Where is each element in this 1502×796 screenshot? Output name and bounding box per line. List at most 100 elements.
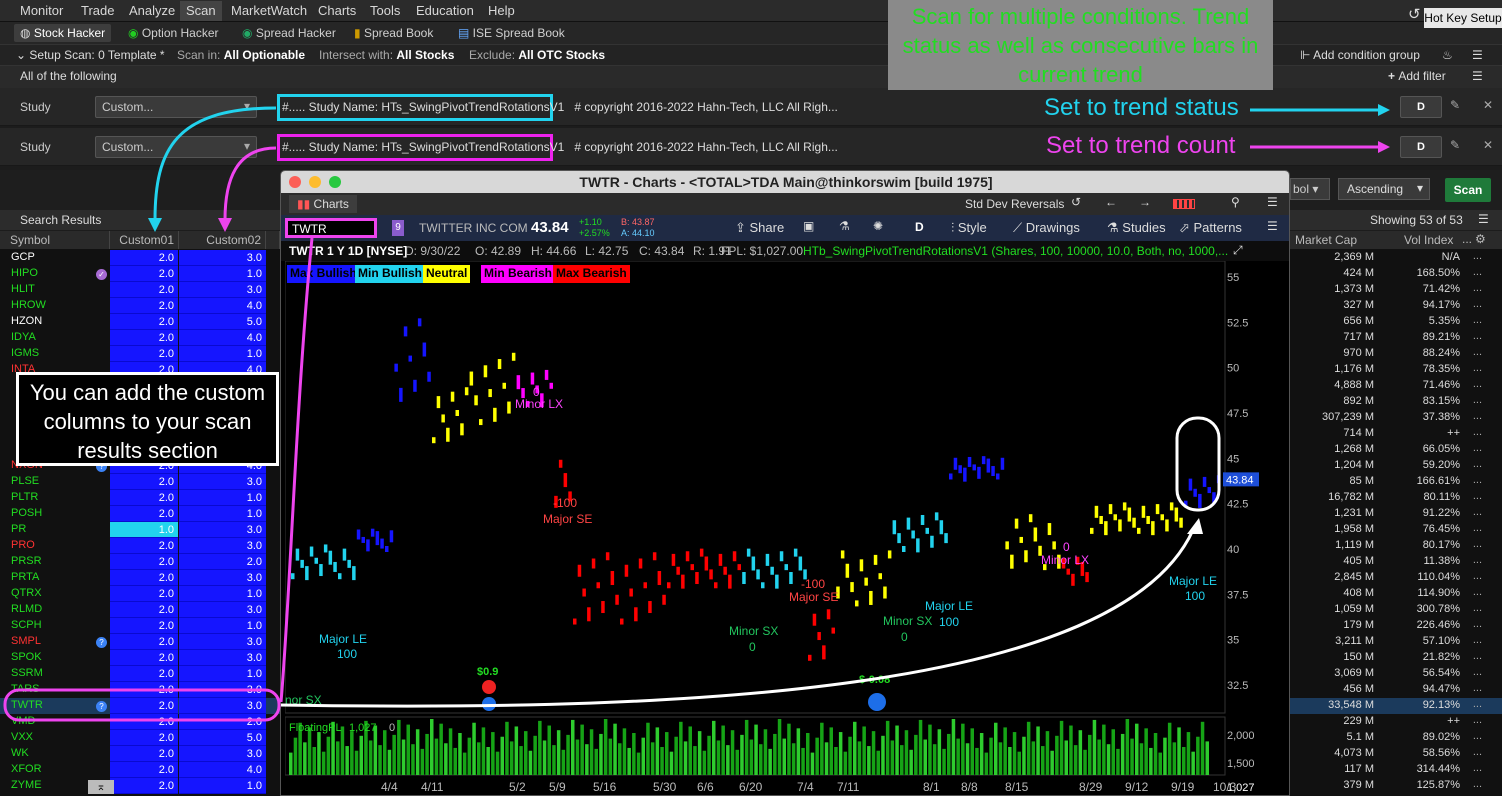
table-row[interactable]: 117 M 314.44%... bbox=[1290, 762, 1502, 778]
table-row[interactable]: GCP 2.0 3.0 bbox=[0, 250, 280, 266]
row-menu-icon[interactable]: ... bbox=[1473, 778, 1482, 790]
table-row[interactable]: 4,073 M 58.56%... bbox=[1290, 746, 1502, 762]
table-row[interactable]: PLSE 2.0 3.0 bbox=[0, 474, 280, 490]
row-menu-icon[interactable]: ... bbox=[1473, 298, 1482, 310]
menu-marketwatch[interactable]: MarketWatch bbox=[231, 3, 307, 18]
info-badge-icon[interactable]: ? bbox=[96, 701, 107, 712]
row-menu-icon[interactable]: ... bbox=[1473, 554, 1482, 566]
row-menu-icon[interactable]: ... bbox=[1473, 394, 1482, 406]
table-row[interactable]: 379 M 125.87%... bbox=[1290, 778, 1502, 794]
pin-icon[interactable]: ⚲ bbox=[1231, 195, 1240, 209]
table-row[interactable]: 3,069 M 56.54%... bbox=[1290, 666, 1502, 682]
table-row[interactable]: QTRX 2.0 1.0 bbox=[0, 586, 280, 602]
tab-option-hacker[interactable]: ◉ Option Hacker bbox=[122, 24, 225, 42]
aggregation-button[interactable]: D bbox=[1400, 96, 1442, 118]
scan-in-dropdown[interactable]: Scan in: All Optionable bbox=[177, 48, 305, 62]
col-symbol[interactable]: Symbol bbox=[0, 231, 110, 249]
col-custom02[interactable]: Custom02 bbox=[179, 231, 266, 249]
table-row[interactable]: PR 1.0 3.0 bbox=[0, 522, 280, 538]
table-row[interactable]: POSH 2.0 1.0 bbox=[0, 506, 280, 522]
undo-icon[interactable]: ↺ bbox=[1071, 195, 1081, 209]
table-row[interactable]: 5.1 M 89.02%... bbox=[1290, 730, 1502, 746]
table-row[interactable]: XFOR 2.0 4.0 bbox=[0, 762, 280, 778]
menu-charts[interactable]: Charts bbox=[318, 3, 356, 18]
menu-lines-icon[interactable]: ☰ bbox=[1472, 48, 1483, 62]
info-badge-icon[interactable]: ✓ bbox=[96, 269, 107, 280]
table-row[interactable]: 1,204 M 59.20%... bbox=[1290, 458, 1502, 474]
flame-icon[interactable]: ♨ bbox=[1442, 48, 1453, 62]
tab-stock-hacker[interactable]: ◍ Stock Hacker bbox=[14, 24, 112, 42]
tab-spread-hacker[interactable]: ◉ Spread Hacker bbox=[236, 24, 342, 42]
table-row[interactable]: HLIT 2.0 3.0 bbox=[0, 282, 280, 298]
link-color-icon[interactable] bbox=[1173, 199, 1195, 209]
table-row[interactable]: 1,373 M 71.42%... bbox=[1290, 282, 1502, 298]
tab-ise-spread-book[interactable]: ▤ ISE Spread Book bbox=[452, 24, 571, 42]
table-row[interactable]: IGMS 2.0 1.0 bbox=[0, 346, 280, 362]
row-menu-icon[interactable]: ... bbox=[1473, 474, 1482, 486]
pencil-icon[interactable]: ✎ bbox=[1450, 98, 1460, 112]
menu-tools[interactable]: Tools bbox=[370, 3, 400, 18]
arrow-right-icon[interactable]: → bbox=[1139, 195, 1151, 209]
flask-icon[interactable]: ⚗ bbox=[839, 219, 850, 233]
table-row[interactable]: 892 M 83.15%... bbox=[1290, 394, 1502, 410]
row-menu-icon[interactable]: ... bbox=[1473, 346, 1482, 358]
row-menu-icon[interactable]: ... bbox=[1473, 730, 1482, 742]
maximize-window-icon[interactable] bbox=[329, 176, 341, 188]
close-window-icon[interactable] bbox=[289, 176, 301, 188]
table-row[interactable]: PLTR 2.0 1.0 bbox=[0, 490, 280, 506]
study-select[interactable]: Custom... ▾ bbox=[95, 96, 257, 118]
table-row[interactable]: 4,888 M 71.46%... bbox=[1290, 378, 1502, 394]
close-icon[interactable]: ✕ bbox=[1483, 138, 1493, 152]
table-row[interactable]: 229 M ++... bbox=[1290, 714, 1502, 730]
menu-lines-icon[interactable]: ☰ bbox=[1267, 195, 1278, 209]
table-row[interactable]: 408 M 114.90%... bbox=[1290, 586, 1502, 602]
row-menu-icon[interactable]: ... bbox=[1473, 522, 1482, 534]
table-row[interactable]: ZYME 2.0 1.0 bbox=[0, 778, 280, 794]
row-menu-icon[interactable]: ... bbox=[1473, 314, 1482, 326]
aggregation-button[interactable]: D bbox=[1400, 136, 1442, 158]
table-row[interactable]: 327 M 94.17%... bbox=[1290, 298, 1502, 314]
row-menu-icon[interactable]: ... bbox=[1473, 426, 1482, 438]
exclude-dropdown[interactable]: Exclude: All OTC Stocks bbox=[469, 48, 605, 62]
row-menu-icon[interactable]: ... bbox=[1473, 682, 1482, 694]
row-menu-icon[interactable]: ... bbox=[1473, 378, 1482, 390]
table-row[interactable]: 656 M 5.35%... bbox=[1290, 314, 1502, 330]
row-menu-icon[interactable]: ... bbox=[1473, 698, 1482, 710]
sort-order-select[interactable]: Ascending ▾ bbox=[1338, 178, 1430, 200]
tab-spread-book[interactable]: ▮ Spread Book bbox=[348, 24, 439, 42]
history-icon[interactable]: ↺ bbox=[1408, 5, 1421, 23]
arrow-left-icon[interactable]: ← bbox=[1105, 195, 1117, 209]
row-menu-icon[interactable]: ... bbox=[1473, 570, 1482, 582]
add-filter-button[interactable]: + Add filter bbox=[1388, 69, 1446, 83]
pencil-icon[interactable]: ✎ bbox=[1450, 138, 1460, 152]
timeframe-button[interactable]: D bbox=[915, 220, 924, 234]
drawings-button[interactable]: ⟋ Drawings bbox=[1013, 220, 1080, 236]
table-row[interactable]: HZON 2.0 5.0 bbox=[0, 314, 280, 330]
table-row[interactable]: 1,268 M 66.05%... bbox=[1290, 442, 1502, 458]
price-chart[interactable]: 55 52.5 50 47.5 45 42.5 40 37.5 35 32.5 43.84 Float… bbox=[285, 261, 1287, 795]
table-row[interactable]: PRO 2.0 3.0 bbox=[0, 538, 280, 554]
row-menu-icon[interactable]: ... bbox=[1473, 362, 1482, 374]
row-menu-icon[interactable]: ... bbox=[1473, 714, 1482, 726]
table-row[interactable]: 179 M 226.46%... bbox=[1290, 618, 1502, 634]
studies-button[interactable]: ⚗ Studies bbox=[1107, 220, 1166, 236]
hot-key-setup-button[interactable]: Hot Key Setup bbox=[1424, 8, 1502, 28]
patterns-button[interactable]: ⬀ Patterns bbox=[1179, 220, 1242, 236]
row-menu-icon[interactable]: ... bbox=[1473, 586, 1482, 598]
table-row[interactable]: TARS 2.0 3.0 bbox=[0, 682, 280, 698]
table-row[interactable]: 307,239 M 37.38%... bbox=[1290, 410, 1502, 426]
table-row[interactable]: 3,211 M 57.10%... bbox=[1290, 634, 1502, 650]
menu-scan[interactable]: Scan bbox=[180, 1, 222, 21]
menu-lines-icon[interactable]: ☰ bbox=[1267, 219, 1278, 233]
table-row[interactable]: 970 M 88.24%... bbox=[1290, 346, 1502, 362]
table-row[interactable]: PRTA 2.0 3.0 bbox=[0, 570, 280, 586]
intersect-dropdown[interactable]: Intersect with: All Stocks bbox=[319, 48, 454, 62]
table-row[interactable]: TWTR 2.0 3.0? bbox=[0, 698, 280, 714]
row-menu-icon[interactable]: ... bbox=[1473, 490, 1482, 502]
table-row[interactable]: 1,176 M 78.35%... bbox=[1290, 362, 1502, 378]
table-row[interactable]: SCPH 2.0 1.0 bbox=[0, 618, 280, 634]
table-row[interactable]: VXX 2.0 5.0 bbox=[0, 730, 280, 746]
row-menu-icon[interactable]: ... bbox=[1473, 618, 1482, 630]
table-row[interactable]: 150 M 21.82%... bbox=[1290, 650, 1502, 666]
style-button[interactable]: ⫶ Style bbox=[951, 220, 987, 236]
